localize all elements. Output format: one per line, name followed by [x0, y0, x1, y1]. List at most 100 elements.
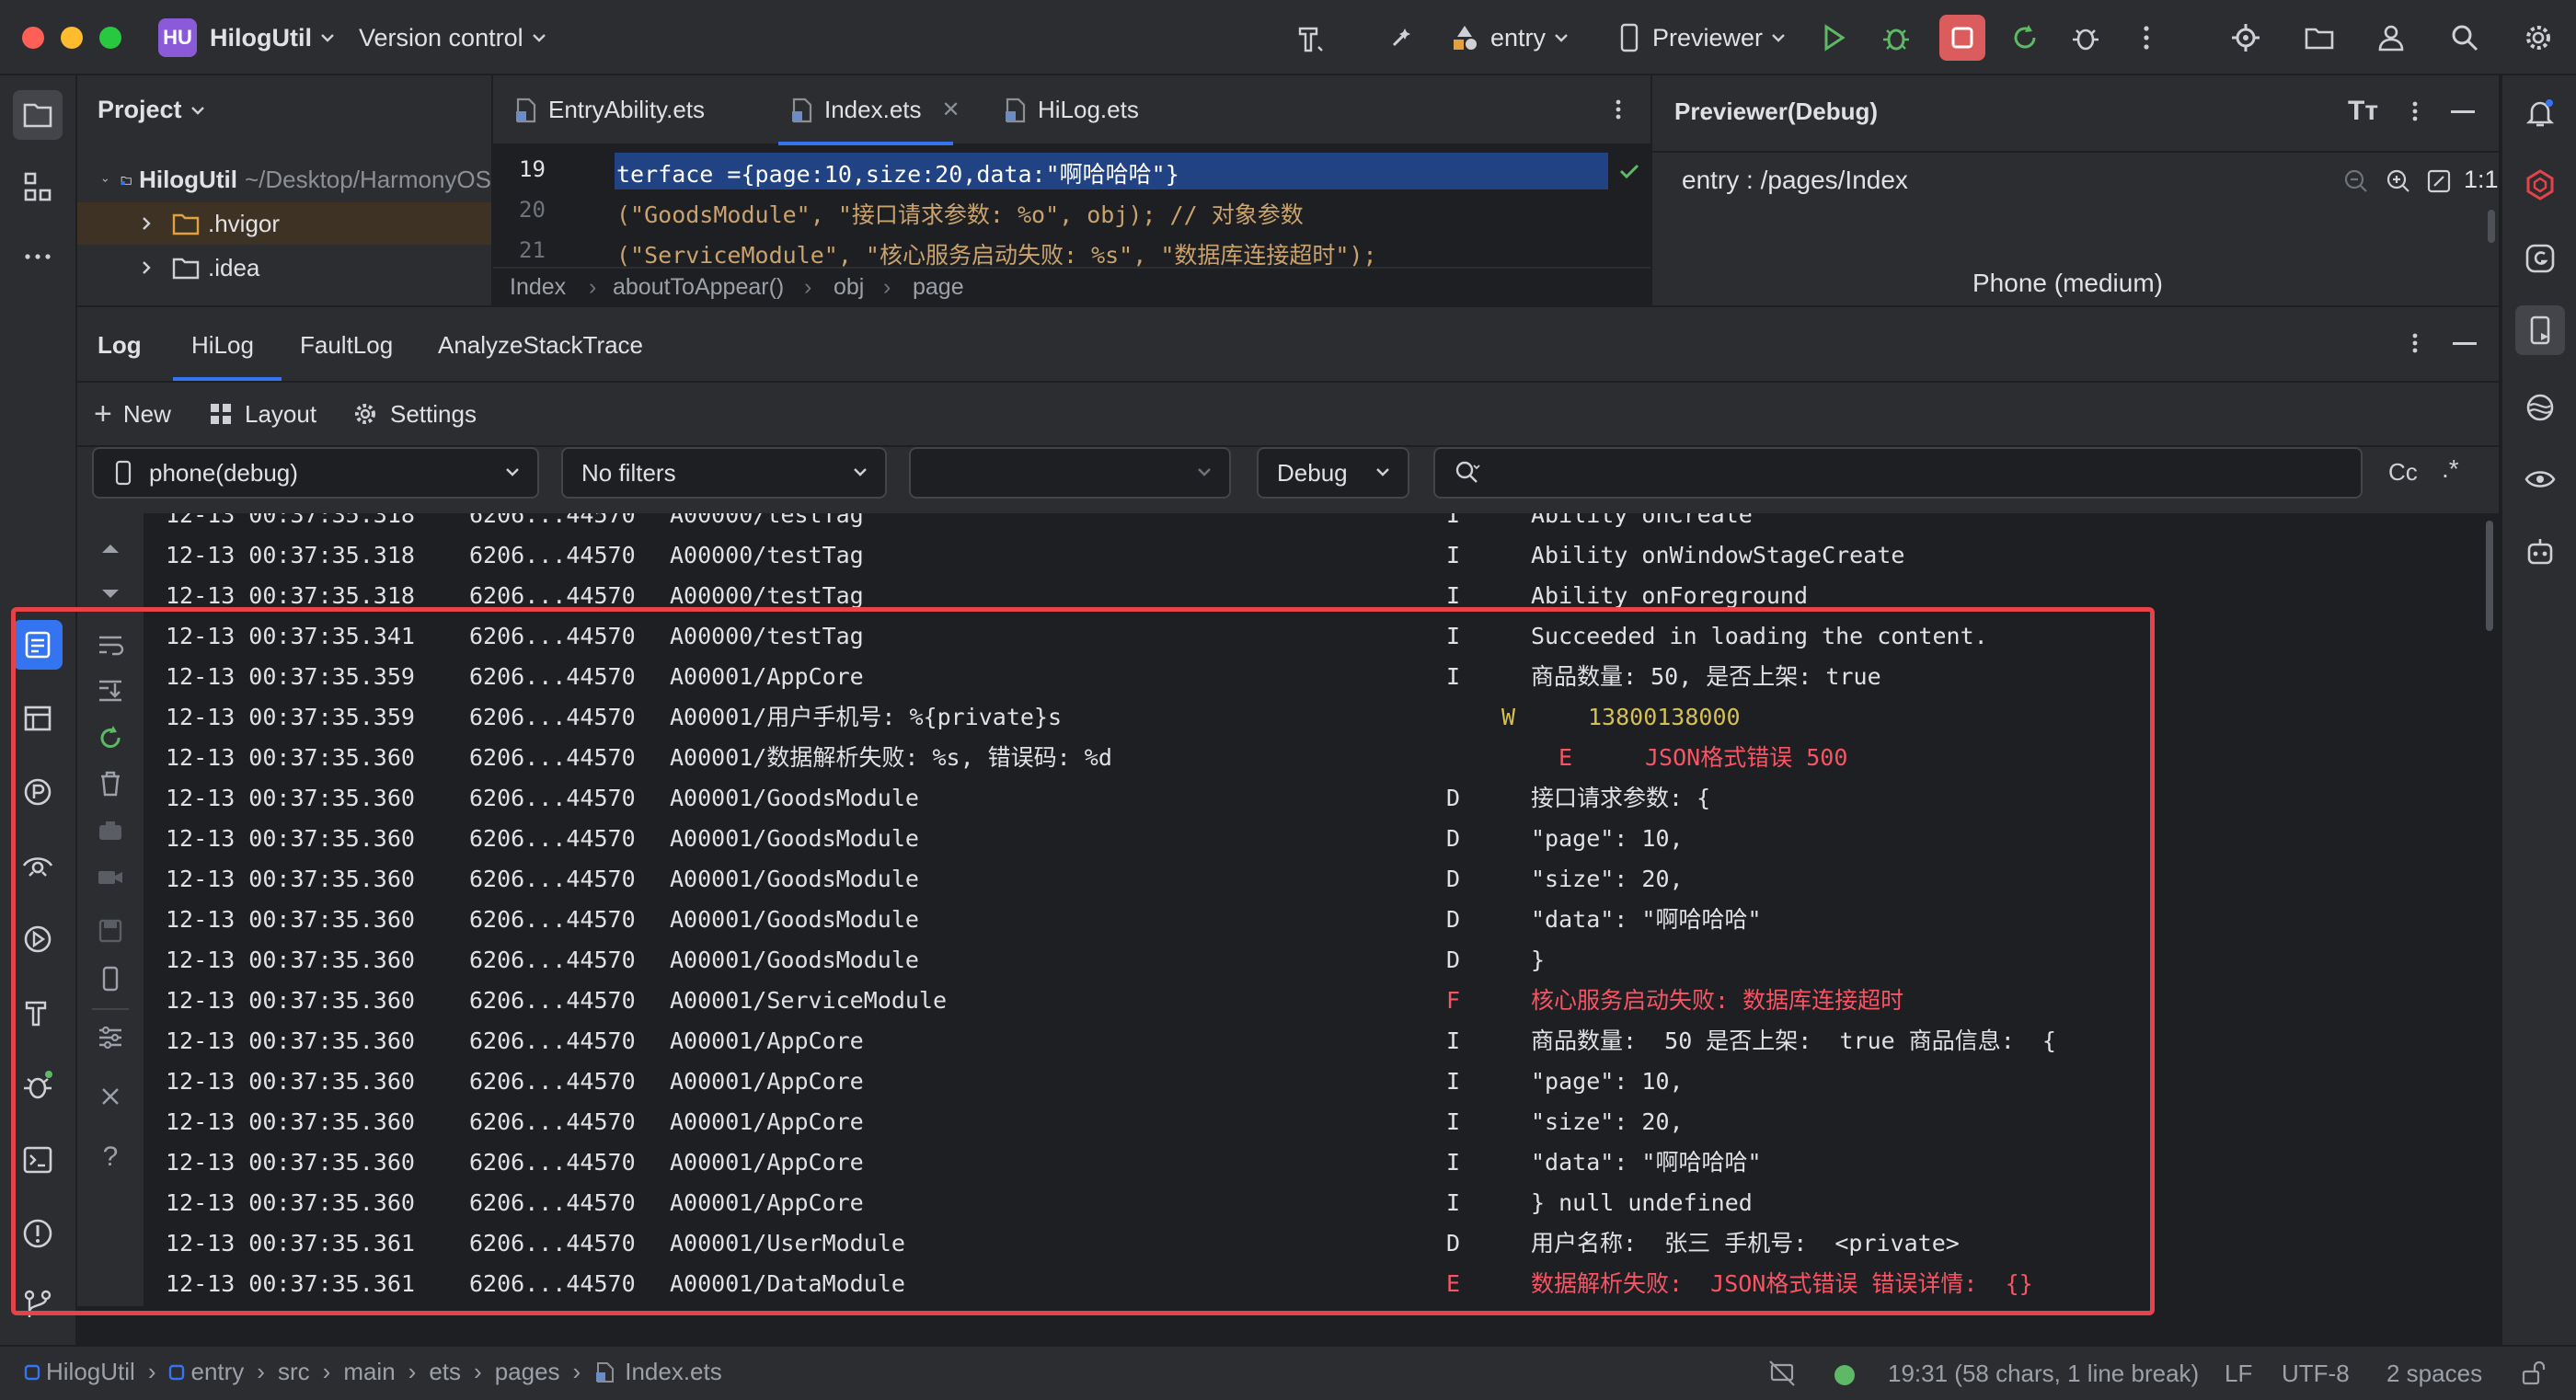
run-icon[interactable]: [1814, 18, 1853, 57]
tab-analyzestacktrace[interactable]: AnalyzeStackTrace: [438, 331, 643, 360]
stop-button[interactable]: [1939, 15, 1985, 61]
crumb[interactable]: main: [343, 1358, 395, 1386]
code-area[interactable]: 19 20 21 terface ={page:10,size:20,data:…: [493, 153, 1650, 267]
status-indicator[interactable]: [1834, 1365, 1855, 1385]
crumb[interactable]: Index.ets: [625, 1358, 722, 1386]
tree-item-idea[interactable]: .idea: [77, 247, 491, 289]
breadcrumb-item[interactable]: aboutToAppear(): [613, 274, 784, 301]
tab-hilog[interactable]: HiLog.ets: [1003, 96, 1139, 124]
zoom-in-icon[interactable]: [2385, 167, 2412, 201]
eye-icon[interactable]: [2515, 454, 2565, 504]
regex-toggle[interactable]: .*: [2442, 454, 2459, 484]
more-vertical-icon[interactable]: [2401, 329, 2429, 363]
indent-setting[interactable]: 2 spaces: [2386, 1360, 2482, 1388]
settings-gear-icon[interactable]: [2519, 18, 2558, 57]
minimize-panel-icon[interactable]: [2451, 110, 2475, 113]
zoom-out-icon[interactable]: [2342, 167, 2370, 201]
previewer-tool-icon[interactable]: [2515, 305, 2565, 355]
tab-faultlog[interactable]: FaultLog: [300, 331, 393, 360]
rerun-icon[interactable]: [2006, 18, 2044, 57]
search-icon[interactable]: [2445, 18, 2484, 57]
crumb[interactable]: HilogUtil: [46, 1358, 135, 1386]
log-filter-select[interactable]: No filters: [561, 447, 887, 499]
more-vertical-icon[interactable]: [2401, 98, 2429, 132]
no-device-icon[interactable]: [1766, 1358, 1798, 1395]
scrollbar[interactable]: [2488, 210, 2495, 243]
log-row[interactable]: 12-13 00:37:35.318 6206...44570 A00000/tes…: [166, 513, 2134, 535]
tree-root-name: HilogUtil: [139, 166, 237, 193]
tree-item-hvigor[interactable]: .hvigor: [77, 202, 491, 245]
project-panel-header[interactable]: Project: [98, 96, 208, 124]
layout-button[interactable]: Layout: [208, 394, 316, 434]
log-search-field[interactable]: [1433, 447, 2363, 499]
previewer-panel: Previewer(Debug) Tт entry : /pages/Index…: [1652, 75, 2499, 305]
more-vertical-icon[interactable]: [2127, 18, 2166, 57]
wand-icon[interactable]: [1382, 18, 1420, 57]
log-tag: A00000/testTag: [670, 542, 864, 568]
log-row[interactable]: 12-13 00:37:35.318 6206...44570 A00000/tes…: [166, 535, 2134, 576]
level-filter-select[interactable]: Debug: [1257, 447, 1409, 499]
attach-debugger-icon[interactable]: [2066, 18, 2105, 57]
notifications-icon[interactable]: [2515, 88, 2565, 138]
fit-screen-icon[interactable]: [2425, 167, 2453, 201]
build-hammer-icon[interactable]: [1292, 18, 1330, 57]
gradle-icon[interactable]: [2515, 234, 2565, 283]
maximize-window-button[interactable]: [99, 27, 121, 49]
more-vertical-icon[interactable]: [1604, 96, 1632, 130]
minimize-window-button[interactable]: [61, 27, 83, 49]
crumb[interactable]: ets: [429, 1358, 461, 1386]
line-separator[interactable]: LF: [2225, 1360, 2252, 1388]
cursor-position[interactable]: 19:31 (58 chars, 1 line break): [1888, 1360, 2199, 1388]
zoom-ratio[interactable]: 1:1: [2464, 166, 2499, 194]
match-case-toggle[interactable]: Cc: [2388, 458, 2418, 487]
file-encoding[interactable]: UTF-8: [2282, 1360, 2350, 1388]
breadcrumb-item[interactable]: page: [913, 274, 964, 301]
device-selector[interactable]: Previewer: [1616, 18, 1788, 57]
log-time: 12-13 00:37:35.318: [166, 542, 415, 568]
chevron-down-icon: [854, 468, 867, 476]
unlock-icon[interactable]: [2519, 1360, 2547, 1394]
tree-item-root[interactable]: HilogUtil ~/Desktop/HarmonyOS: [101, 166, 491, 194]
device-manager-icon[interactable]: [2226, 18, 2265, 57]
debug-icon[interactable]: [1877, 18, 1915, 57]
close-tab-icon[interactable]: ✕: [942, 97, 960, 123]
tab-index[interactable]: Index.ets ✕: [789, 96, 960, 124]
folder-icon[interactable]: [2300, 18, 2339, 57]
ai-assistant-icon[interactable]: [2515, 528, 2565, 578]
crumb[interactable]: src: [278, 1358, 310, 1386]
log-search-input[interactable]: [1492, 458, 2320, 488]
version-control-menu[interactable]: Version control: [359, 18, 549, 57]
tab-entryability[interactable]: EntryAbility.ets: [513, 96, 705, 124]
new-log-button[interactable]: + New: [94, 394, 171, 434]
breadcrumb-item[interactable]: Index: [510, 274, 566, 301]
file-icon: [516, 98, 536, 122]
log-settings-button[interactable]: Settings: [351, 394, 477, 434]
tab-hilog[interactable]: HiLog: [191, 331, 254, 360]
module-folder-icon: [121, 176, 132, 185]
process-filter-select[interactable]: [909, 447, 1231, 499]
crumb[interactable]: pages: [495, 1358, 560, 1386]
folder-icon: [172, 213, 200, 235]
tab-label: HiLog.ets: [1038, 96, 1139, 123]
phone-icon: [1620, 23, 1639, 52]
close-window-button[interactable]: [22, 27, 44, 49]
run-config-selector[interactable]: entry: [1448, 18, 1571, 57]
log-scrollbar[interactable]: [2486, 521, 2493, 631]
device-filter-select[interactable]: phone(debug): [92, 447, 539, 499]
account-icon[interactable]: [2372, 18, 2410, 57]
chevron-down-icon: [506, 468, 519, 476]
crumb-sep: ›: [322, 1358, 331, 1385]
project-switcher[interactable]: HU HilogUtil: [158, 18, 338, 57]
breadcrumb-sep: ›: [804, 274, 812, 300]
breadcrumb-item[interactable]: obj: [834, 274, 864, 301]
codelinter-icon[interactable]: [2515, 383, 2565, 432]
font-size-icon[interactable]: Tт: [2348, 96, 2378, 127]
minimize-panel-icon[interactable]: [2453, 342, 2477, 345]
tab-label: EntryAbility.ets: [548, 96, 706, 123]
more-tools-icon[interactable]: [13, 232, 63, 281]
arkui-inspector-icon[interactable]: [2515, 160, 2565, 210]
crumb[interactable]: entry: [190, 1358, 244, 1386]
structure-tool-icon[interactable]: [13, 162, 63, 212]
tab-log[interactable]: Log: [98, 331, 142, 360]
project-tool-icon[interactable]: [13, 90, 63, 140]
